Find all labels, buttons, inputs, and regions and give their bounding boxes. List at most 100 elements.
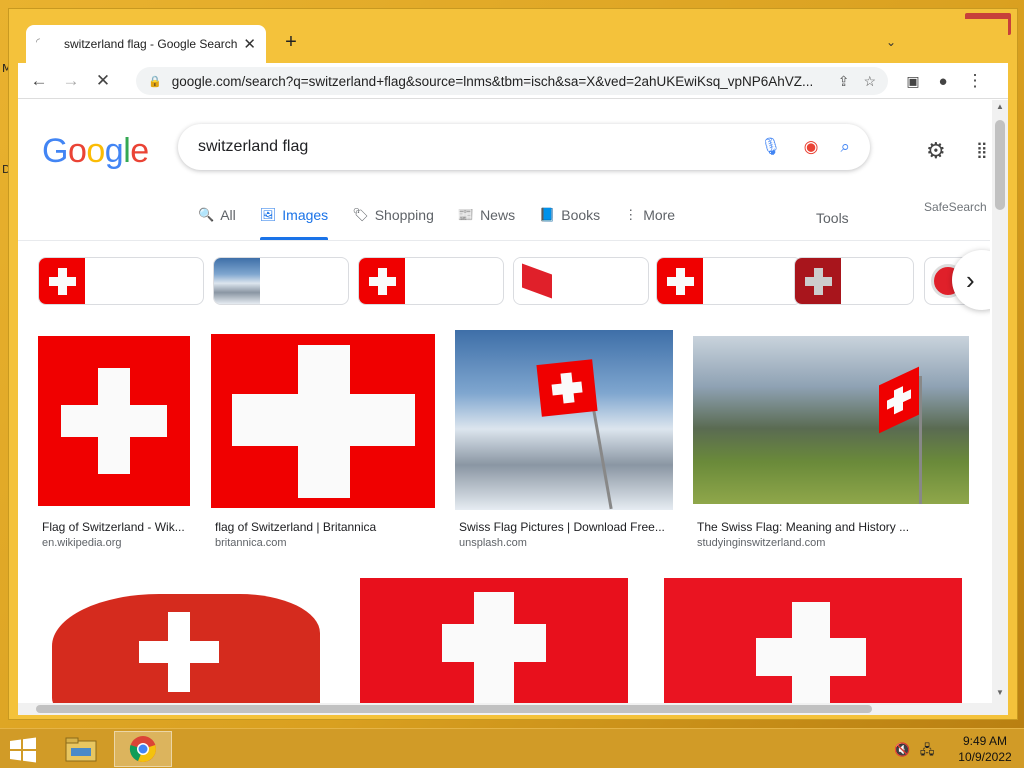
chip-thumbnail xyxy=(657,258,703,304)
result-thumbnail[interactable] xyxy=(664,578,962,703)
bookmark-star-icon[interactable]: ☆ xyxy=(863,73,876,90)
result-thumbnail[interactable] xyxy=(211,334,435,508)
logo-letter: e xyxy=(130,132,149,170)
chrome-menu-icon[interactable]: ⋮ xyxy=(964,70,986,92)
search-box[interactable]: switzerland flag 🎙 ◉ ⌕ xyxy=(178,124,870,170)
result-source[interactable]: unsplash.com xyxy=(459,537,527,549)
tab-strip: ◜ switzerland flag - Google Search ✕ + ⌄ xyxy=(18,19,1008,63)
search-input[interactable]: switzerland flag xyxy=(198,138,738,156)
search-icon: 🔍 xyxy=(198,207,215,222)
newspaper-icon: 📰 xyxy=(457,207,475,222)
taskbar: 🔇 🖧 9:49 AM 10/9/2022 xyxy=(0,728,1024,768)
url-text[interactable]: google.com/search?q=switzerland+flag&sou… xyxy=(172,74,824,89)
tab-books[interactable]: 📘 Books xyxy=(539,200,600,230)
browser-tab[interactable]: ◜ switzerland flag - Google Search ✕ xyxy=(26,25,266,63)
tab-title: switzerland flag - Google Search xyxy=(64,37,238,51)
related-chip[interactable] xyxy=(656,257,802,305)
safesearch-button[interactable]: SafeSearch xyxy=(924,200,987,214)
tab-all[interactable]: 🔍 All xyxy=(198,200,236,230)
microphone-icon[interactable]: 🎙 xyxy=(760,137,782,157)
tools-button[interactable]: Tools xyxy=(816,210,849,226)
logo-letter: G xyxy=(42,132,68,170)
image-icon: 🖼 xyxy=(259,207,277,222)
side-panel-icon[interactable]: ▣ xyxy=(902,70,924,92)
related-chip[interactable] xyxy=(513,257,649,305)
tab-label: More xyxy=(643,207,676,223)
tab-label: Books xyxy=(561,207,601,223)
result-title[interactable]: flag of Switzerland | Britannica xyxy=(215,520,435,534)
tab-search-button[interactable]: ⌄ xyxy=(886,35,896,49)
tab-more[interactable]: ⋮ More xyxy=(624,200,675,230)
result-thumbnail[interactable] xyxy=(455,330,673,510)
horizontal-scrollbar[interactable] xyxy=(18,703,1008,715)
result-source[interactable]: en.wikipedia.org xyxy=(42,537,122,549)
chip-thumbnail xyxy=(39,258,85,304)
logo-letter: o xyxy=(67,132,87,170)
tab-shopping[interactable]: 🏷 Shopping xyxy=(352,200,434,230)
share-icon[interactable]: ⇪ xyxy=(838,73,850,90)
tab-label: All xyxy=(220,207,236,223)
file-explorer-icon[interactable] xyxy=(52,731,110,767)
forward-icon[interactable]: → xyxy=(60,70,82,92)
related-chip[interactable] xyxy=(213,257,349,305)
tab-label: News xyxy=(480,207,516,223)
chip-thumbnail xyxy=(795,258,841,304)
result-thumbnail[interactable] xyxy=(360,578,628,703)
chip-thumbnail xyxy=(359,258,405,304)
divider xyxy=(18,240,990,241)
scroll-up-icon[interactable]: ▲ xyxy=(992,102,1008,111)
book-icon: 📘 xyxy=(539,207,556,222)
result-title[interactable]: Swiss Flag Pictures | Download Free... xyxy=(459,520,673,534)
search-results-page: Google switzerland flag 🎙 ◉ ⌕ ⚙ ⣿ 🔍 All 🖼… xyxy=(18,100,990,703)
result-title[interactable]: The Swiss Flag: Meaning and History ... xyxy=(697,520,969,534)
scrollbar-thumb[interactable] xyxy=(995,120,1005,210)
vertical-scrollbar[interactable]: ▲ ▼ xyxy=(992,100,1008,703)
network-icon[interactable]: 🖧 xyxy=(920,742,935,757)
scroll-down-icon[interactable]: ▼ xyxy=(992,688,1008,697)
logo-letter: g xyxy=(104,132,124,170)
chrome-frame: ◜ switzerland flag - Google Search ✕ + ⌄… xyxy=(18,19,1008,715)
back-icon[interactable]: ← xyxy=(28,70,50,92)
lock-icon[interactable]: 🔒 xyxy=(148,75,162,88)
tag-icon: 🏷 xyxy=(352,207,369,222)
apps-grid-icon[interactable]: ⣿ xyxy=(976,140,988,160)
result-title[interactable]: Flag of Switzerland - Wik... xyxy=(42,520,192,534)
google-logo[interactable]: Google xyxy=(42,132,149,171)
volume-muted-icon[interactable]: 🔇 xyxy=(894,742,910,757)
gear-icon[interactable]: ⚙ xyxy=(926,138,946,164)
result-thumbnail[interactable] xyxy=(38,572,328,703)
result-source[interactable]: studyinginswitzerland.com xyxy=(697,537,825,549)
related-chip[interactable] xyxy=(358,257,504,305)
related-chip[interactable] xyxy=(794,257,914,305)
tab-label: Shopping xyxy=(374,207,434,223)
result-thumbnail[interactable] xyxy=(38,336,190,506)
address-bar[interactable]: 🔒 google.com/search?q=switzerland+flag&s… xyxy=(136,67,888,95)
tray-icons: 🔇 🖧 xyxy=(894,741,934,763)
result-thumbnail[interactable] xyxy=(693,336,969,504)
clock-time: 9:49 AM xyxy=(962,734,1008,748)
browser-toolbar: ← → ✕ 🔒 google.com/search?q=switzerland+… xyxy=(18,63,1008,99)
chip-thumbnail xyxy=(514,258,560,304)
tab-news[interactable]: 📰 News xyxy=(458,200,515,230)
search-tabs: 🔍 All 🖼 Images 🏷 Shopping 📰 News 📘 Books ⋮ Mor… xyxy=(198,200,699,240)
camera-lens-icon[interactable]: ◉ xyxy=(804,137,819,157)
more-vert-icon: ⋮ xyxy=(624,207,638,222)
result-source[interactable]: britannica.com xyxy=(215,537,287,549)
browser-window: ─ □ ✕ ◜ switzerland flag - Google Search… xyxy=(8,8,1018,720)
profile-avatar-icon[interactable]: ● xyxy=(932,70,954,92)
windows-start-icon[interactable] xyxy=(8,737,38,763)
search-icon[interactable]: ⌕ xyxy=(840,137,850,157)
related-chip[interactable] xyxy=(38,257,204,305)
tab-close-icon[interactable]: ✕ xyxy=(243,35,256,53)
loading-icon: ◜ xyxy=(36,37,40,48)
clock-date: 10/9/2022 xyxy=(958,750,1012,764)
stop-loading-icon[interactable]: ✕ xyxy=(92,70,114,92)
system-clock[interactable]: 9:49 AM 10/9/2022 xyxy=(950,733,1020,765)
tab-images[interactable]: 🖼 Images xyxy=(259,200,329,240)
scrollbar-thumb[interactable] xyxy=(36,705,872,713)
tab-label: Images xyxy=(282,207,329,223)
chrome-taskbar-icon[interactable] xyxy=(114,731,172,767)
chip-thumbnail xyxy=(214,258,260,304)
new-tab-button[interactable]: + xyxy=(280,31,302,54)
logo-letter: o xyxy=(86,132,105,170)
